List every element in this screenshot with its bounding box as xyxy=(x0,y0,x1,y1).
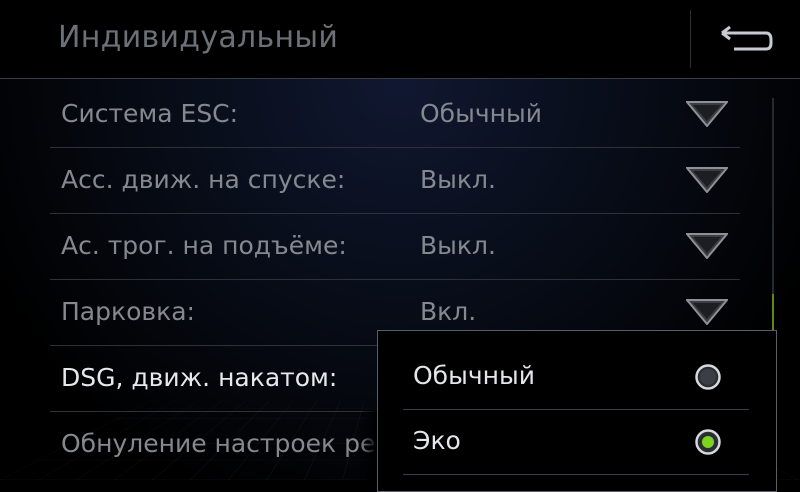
back-button[interactable] xyxy=(700,12,790,68)
dropdown-triangle-icon[interactable] xyxy=(686,167,728,193)
header-divider xyxy=(690,10,691,68)
header-bar: Индивидуальный xyxy=(0,0,800,79)
setting-value: Вкл. xyxy=(420,297,477,326)
setting-row-hill-start[interactable]: Ас. трог. на подъёме: Выкл. xyxy=(50,213,740,280)
dsg-options-popup: Обычный Эко xyxy=(377,330,777,492)
setting-label: Парковка: xyxy=(61,297,195,326)
dropdown-triangle-icon[interactable] xyxy=(686,101,728,127)
radio-selected-icon[interactable] xyxy=(695,429,721,455)
setting-row-hill-descent[interactable]: Асс. движ. на спуске: Выкл. xyxy=(50,147,740,214)
dropdown-triangle-icon[interactable] xyxy=(686,233,728,259)
setting-label: Обнуление настроек реж xyxy=(61,429,398,458)
text-clip-fade xyxy=(360,410,377,480)
option-label: Обычный xyxy=(413,361,535,390)
dropdown-triangle-icon[interactable] xyxy=(686,299,728,325)
back-arrow-icon xyxy=(721,25,773,51)
page-title: Индивидуальный xyxy=(58,20,339,55)
option-normal[interactable]: Обычный xyxy=(403,345,749,410)
option-eco[interactable]: Эко xyxy=(403,410,749,475)
setting-label: Система ESC: xyxy=(61,99,239,128)
setting-label: Ас. трог. на подъёме: xyxy=(61,231,347,260)
option-label: Эко xyxy=(413,426,461,455)
setting-value: Выкл. xyxy=(420,231,496,260)
setting-value: Обычный xyxy=(420,99,542,128)
setting-label: Асс. движ. на спуске: xyxy=(61,165,346,194)
setting-row-esc[interactable]: Система ESC: Обычный xyxy=(50,81,740,148)
radio-unselected-icon[interactable] xyxy=(695,364,721,390)
setting-value: Выкл. xyxy=(420,165,496,194)
scrollbar-thumb[interactable] xyxy=(772,294,774,330)
setting-label: DSG, движ. накатом: xyxy=(61,363,338,392)
